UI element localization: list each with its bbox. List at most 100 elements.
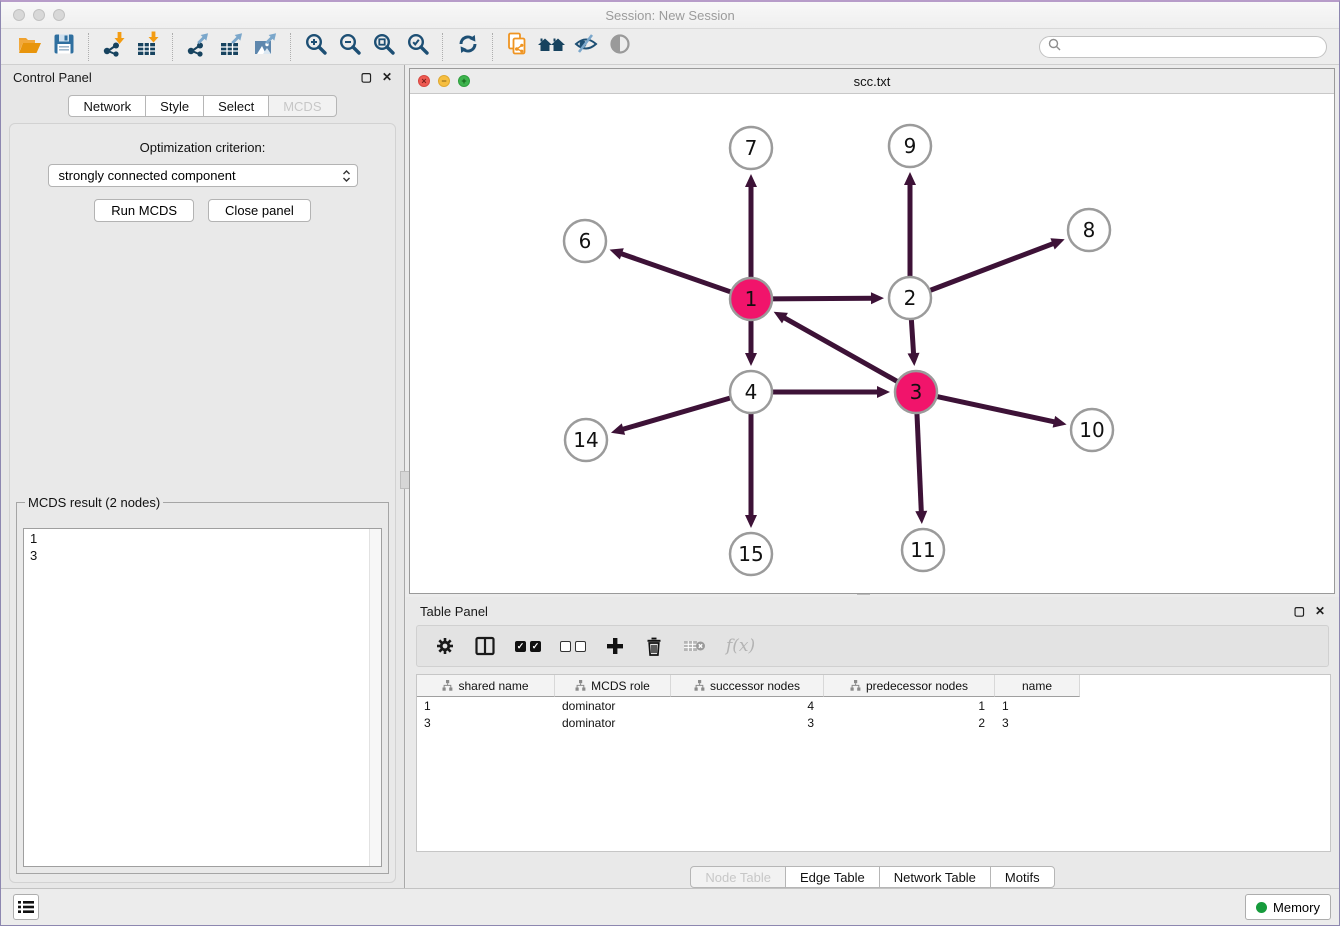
import-network-button[interactable] (97, 32, 131, 62)
tab-network-table[interactable]: Network Table (879, 866, 991, 888)
graph-node-label: 15 (738, 542, 763, 566)
mcds-result-title: MCDS result (2 nodes) (25, 495, 163, 510)
graph-node-label: 1 (745, 287, 758, 311)
network-canvas[interactable]: 7968124314101511 (410, 93, 1334, 593)
select-all-button[interactable]: ✓ ✓ (515, 634, 541, 658)
import-table-button[interactable] (131, 32, 165, 62)
search-icon (1048, 38, 1061, 56)
edge-3-11[interactable] (917, 410, 922, 513)
criterion-select[interactable]: strongly connected component (48, 164, 358, 187)
delete-row-button[interactable] (644, 634, 664, 658)
zoom-selected-button[interactable] (401, 32, 435, 62)
cell-predecessor-nodes[interactable]: 1 (824, 699, 995, 713)
checked-checkbox-icon: ✓ (530, 641, 541, 652)
close-panel-button[interactable]: Close panel (208, 199, 311, 222)
cell-shared-name[interactable]: 1 (417, 699, 555, 713)
table-row[interactable]: 1 dominator 4 1 1 (417, 697, 1330, 714)
edge-4-14[interactable] (622, 397, 734, 429)
open-folder-icon (17, 32, 43, 61)
open-session-button[interactable] (13, 32, 47, 62)
column-header-shared-name[interactable]: shared name (417, 675, 555, 697)
edge-arrowhead (745, 515, 757, 528)
edge-arrowhead (611, 423, 625, 435)
zoom-fit-button[interactable] (367, 32, 401, 62)
cell-shared-name[interactable]: 3 (417, 716, 555, 730)
edge-1-2[interactable] (769, 298, 873, 299)
edge-arrowhead (871, 292, 884, 304)
tab-select[interactable]: Select (203, 95, 269, 117)
memory-label: Memory (1273, 900, 1320, 915)
tree-icon (442, 680, 453, 691)
toolbar-separator (492, 33, 494, 61)
close-panel-icon[interactable]: ✕ (382, 71, 392, 83)
edge-2-8[interactable] (927, 243, 1054, 291)
cell-mcds-role[interactable]: dominator (555, 699, 671, 713)
tab-edge-table[interactable]: Edge Table (785, 866, 880, 888)
export-network-button[interactable] (181, 32, 215, 62)
unchecked-checkbox-icon (575, 641, 586, 652)
column-header-name[interactable]: name (995, 675, 1080, 697)
memory-button[interactable]: Memory (1245, 894, 1331, 920)
cell-successor-nodes[interactable]: 4 (671, 699, 824, 713)
table-settings-button[interactable] (435, 634, 455, 658)
cell-successor-nodes[interactable]: 3 (671, 716, 824, 730)
clone-network-button[interactable] (501, 32, 535, 62)
mcds-result-group: MCDS result (2 nodes) 1 3 (16, 495, 389, 874)
edge-arrowhead (610, 248, 624, 259)
zoom-out-button[interactable] (333, 32, 367, 62)
network-graph[interactable]: 7968124314101511 (410, 93, 1334, 593)
cell-name[interactable]: 3 (995, 716, 1080, 730)
close-table-panel-icon[interactable]: ✕ (1315, 605, 1325, 617)
search-box[interactable] (1039, 36, 1327, 58)
tab-mcds[interactable]: MCDS (268, 95, 336, 117)
zoom-fit-icon (372, 32, 396, 61)
refresh-layout-button[interactable] (451, 32, 485, 62)
table-panel-header: Table Panel ▢ ✕ (406, 597, 1339, 623)
eye-slash-icon (573, 32, 599, 61)
table-row[interactable]: 3 dominator 3 2 3 (417, 714, 1330, 731)
tab-network[interactable]: Network (68, 95, 146, 117)
home-button[interactable] (535, 32, 569, 62)
toolbar-separator (442, 33, 444, 61)
edge-arrowhead (745, 174, 757, 187)
edge-1-6[interactable] (620, 253, 734, 293)
float-table-panel-icon[interactable]: ▢ (1294, 605, 1305, 617)
column-selector-button[interactable] (474, 634, 496, 658)
graph-node-label: 14 (573, 428, 598, 452)
add-row-button[interactable] (605, 634, 625, 658)
edge-2-3[interactable] (911, 316, 913, 355)
select-stepper-icon (342, 169, 351, 183)
cell-mcds-role[interactable]: dominator (555, 716, 671, 730)
export-image-icon (253, 31, 279, 62)
graph-node-label: 11 (910, 538, 935, 562)
tab-node-table[interactable]: Node Table (690, 866, 786, 888)
contrast-button[interactable] (603, 32, 637, 62)
graph-node-label: 8 (1083, 218, 1096, 242)
tab-style[interactable]: Style (145, 95, 204, 117)
hide-eye-button[interactable] (569, 32, 603, 62)
control-panel-header: Control Panel ▢ ✕ (1, 65, 404, 89)
column-header-predecessor-nodes[interactable]: predecessor nodes (824, 675, 995, 697)
cell-predecessor-nodes[interactable]: 2 (824, 716, 995, 730)
column-header-successor-nodes[interactable]: successor nodes (671, 675, 824, 697)
column-header-mcds-role[interactable]: MCDS role (555, 675, 671, 697)
edge-arrowhead (745, 353, 757, 366)
export-table-button[interactable] (215, 32, 249, 62)
save-session-button[interactable] (47, 32, 81, 62)
save-floppy-icon (52, 32, 76, 61)
cell-name[interactable]: 1 (995, 699, 1080, 713)
export-image-button[interactable] (249, 32, 283, 62)
mcds-result-text[interactable]: 1 3 (24, 529, 369, 866)
edge-3-10[interactable] (934, 396, 1056, 422)
tab-motifs[interactable]: Motifs (990, 866, 1055, 888)
graph-node-label: 3 (910, 380, 923, 404)
result-scrollbar[interactable] (369, 529, 381, 866)
task-history-button[interactable] (13, 894, 39, 920)
zoom-in-button[interactable] (299, 32, 333, 62)
search-input[interactable] (1066, 39, 1318, 55)
run-mcds-button[interactable]: Run MCDS (94, 199, 194, 222)
edge-3-1[interactable] (784, 317, 901, 383)
toolbar-separator (172, 33, 174, 61)
float-panel-icon[interactable]: ▢ (361, 71, 372, 83)
deselect-all-button[interactable] (560, 634, 586, 658)
